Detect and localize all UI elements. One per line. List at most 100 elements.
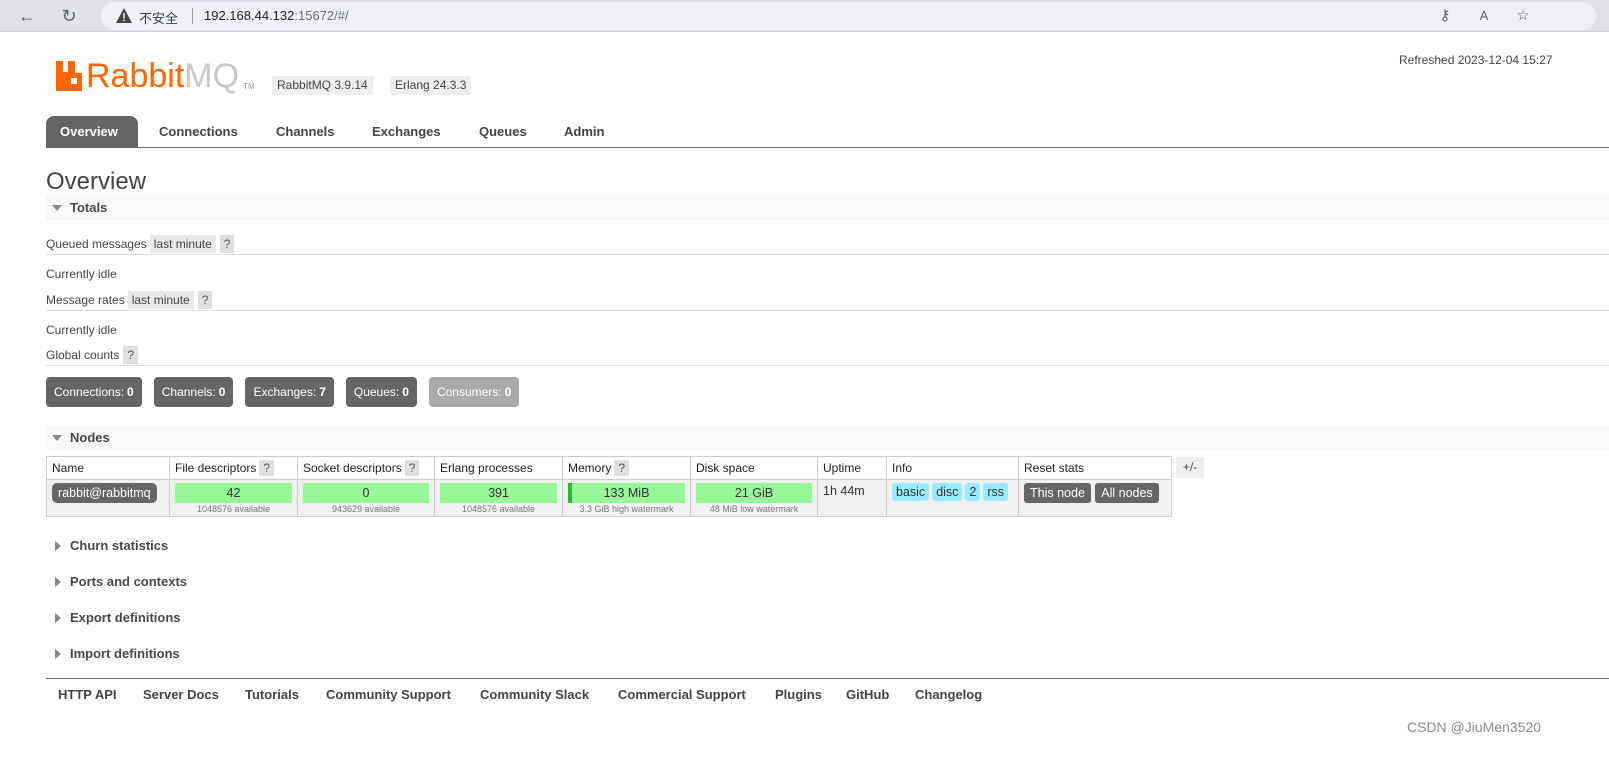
reload-icon[interactable]: ↻ <box>57 4 81 28</box>
cell-uptime: 1h 44m <box>817 479 887 517</box>
url-path: :15672/#/ <box>294 8 349 23</box>
divider <box>46 310 1609 311</box>
info-tag-2: 2 <box>965 483 981 501</box>
refreshed-timestamp[interactable]: Refreshed 2023-12-04 15:27 <box>1399 53 1552 67</box>
footer-link-commercial-support[interactable]: Commercial Support <box>618 687 746 702</box>
table-header-row: Name File descriptors? Socket descriptor… <box>46 456 1172 480</box>
message-rates-help[interactable]: ? <box>197 291 213 309</box>
collapse-triangle-icon <box>52 435 62 441</box>
footer-link-server-docs[interactable]: Server Docs <box>143 687 219 702</box>
address-bar[interactable]: 不安全 192.168.44.132:15672/#/ ⚷ A ☆ <box>101 2 1596 30</box>
tab-channels[interactable]: Channels <box>262 116 349 147</box>
count-channels-value: 0 <box>218 385 226 399</box>
ports-and-contexts-title: Ports and contexts <box>70 574 188 589</box>
socket-descriptors-help[interactable]: ? <box>404 460 420 476</box>
nodes-table: Name File descriptors? Socket descriptor… <box>46 456 1172 517</box>
expand-triangle-icon <box>55 613 61 623</box>
page-title: Overview <box>46 168 147 195</box>
url-host: 192.168.44.132 <box>204 8 295 23</box>
divider <box>46 254 1609 255</box>
reset-all-nodes-button[interactable]: All nodes <box>1095 483 1159 503</box>
tab-overview[interactable]: Overview <box>46 116 138 147</box>
logo-mq-text: MQ <box>184 57 240 95</box>
nodes-section-header[interactable]: Nodes <box>46 425 1609 450</box>
info-tag-disc: disc <box>932 483 963 501</box>
info-tag-rss: rss <box>983 483 1009 501</box>
node-name-link[interactable]: rabbit@rabbitmq <box>52 483 157 503</box>
csdn-watermark: CSDN @JiuMen3520 <box>1407 719 1542 735</box>
footer-link-tutorials[interactable]: Tutorials <box>245 687 299 702</box>
import-definitions-title: Import definitions <box>70 646 180 661</box>
insecure-label: 不安全 <box>139 11 179 26</box>
footer-link-plugins[interactable]: Plugins <box>775 687 822 702</box>
message-rates-range-select[interactable]: last minute <box>127 291 194 309</box>
expand-triangle-icon <box>55 577 61 587</box>
col-memory: Memory? <box>562 456 691 480</box>
col-info: Info <box>886 456 1019 480</box>
queued-messages-range-select[interactable]: last minute <box>149 235 216 253</box>
import-definitions-section[interactable]: Import definitions <box>46 643 180 665</box>
footer-link-http-api[interactable]: HTTP API <box>58 687 117 702</box>
totals-section-header[interactable]: Totals <box>46 195 1609 220</box>
queued-messages-help[interactable]: ? <box>219 235 235 253</box>
message-rates-row: Message rates last minute? <box>46 290 213 310</box>
col-file-descriptors: File descriptors? <box>169 456 298 480</box>
tab-connections[interactable]: Connections <box>145 116 252 147</box>
rabbit-logo-icon <box>56 61 82 91</box>
reset-this-node-button[interactable]: This node <box>1024 483 1091 503</box>
rabbitmq-logo[interactable]: RabbitMQ TM <box>56 57 255 93</box>
browser-toolbar: ← ↻ 不安全 192.168.44.132:15672/#/ ⚷ A ☆ <box>0 0 1609 32</box>
tab-admin[interactable]: Admin <box>550 116 618 147</box>
col-socket-descriptors-label: Socket descriptors <box>303 461 402 475</box>
count-connections-value: 0 <box>127 385 134 399</box>
main-tabs: Overview Connections Channels Exchanges … <box>46 116 1609 148</box>
cell-socket-descriptors: 0 943629 available <box>297 479 435 517</box>
cell-reset-stats: This node All nodes <box>1018 479 1172 517</box>
cell-file-descriptors: 42 1048576 available <box>169 479 298 517</box>
file-descriptors-bar: 42 <box>175 483 292 503</box>
column-toggle-button[interactable]: +/- <box>1176 457 1204 478</box>
erlang-version: Erlang 24.3.3 <box>390 76 472 95</box>
erlang-processes-bar: 391 <box>440 483 557 503</box>
footer-link-github[interactable]: GitHub <box>846 687 889 702</box>
collapse-triangle-icon <box>52 205 62 211</box>
star-icon[interactable]: ☆ <box>1513 6 1533 26</box>
count-channels[interactable]: Channels: 0 <box>153 377 234 407</box>
rabbitmq-version: RabbitMQ 3.9.14 <box>272 76 373 95</box>
disk-space-bar: 21 GiB <box>696 483 812 503</box>
erlang-processes-available: 1048576 available <box>461 504 536 514</box>
export-definitions-title: Export definitions <box>70 610 181 625</box>
socket-descriptors-bar: 0 <box>303 483 429 503</box>
socket-descriptors-available: 943629 available <box>331 504 401 514</box>
memory-watermark: 3.3 GiB high watermark <box>579 504 674 514</box>
memory-help[interactable]: ? <box>614 460 630 476</box>
memory-usage-marker <box>568 483 572 503</box>
tab-queues[interactable]: Queues <box>465 116 541 147</box>
file-descriptors-help[interactable]: ? <box>259 460 275 476</box>
churn-statistics-section[interactable]: Churn statistics <box>46 535 168 557</box>
count-queues[interactable]: Queues: 0 <box>345 377 417 407</box>
col-file-descriptors-label: File descriptors <box>175 461 257 475</box>
footer-link-community-slack[interactable]: Community Slack <box>480 687 589 702</box>
back-arrow-icon[interactable]: ← <box>15 4 39 28</box>
col-reset-stats: Reset stats <box>1018 456 1172 480</box>
col-erlang-processes: Erlang processes <box>434 456 563 480</box>
rates-idle-text: Currently idle <box>46 323 117 337</box>
memory-value: 133 MiB <box>603 486 650 500</box>
col-uptime: Uptime <box>817 456 887 480</box>
footer-link-changelog[interactable]: Changelog <box>915 687 982 702</box>
count-exchanges[interactable]: Exchanges: 7 <box>245 377 334 407</box>
ports-and-contexts-section[interactable]: Ports and contexts <box>46 571 187 593</box>
memory-bar: 133 MiB <box>568 483 685 503</box>
key-icon[interactable]: ⚷ <box>1435 6 1455 26</box>
tab-exchanges[interactable]: Exchanges <box>358 116 455 147</box>
read-aloud-icon[interactable]: A <box>1474 6 1494 26</box>
logo-wordmark: RabbitMQ <box>86 59 239 93</box>
count-connections[interactable]: Connections: 0 <box>46 377 142 407</box>
url-text[interactable]: 192.168.44.132:15672/#/ <box>204 8 349 23</box>
footer-link-community-support[interactable]: Community Support <box>326 687 451 702</box>
export-definitions-section[interactable]: Export definitions <box>46 607 181 629</box>
global-counts-help[interactable]: ? <box>123 346 139 364</box>
divider <box>46 365 1609 366</box>
count-exchanges-label: Exchanges: <box>253 385 317 399</box>
